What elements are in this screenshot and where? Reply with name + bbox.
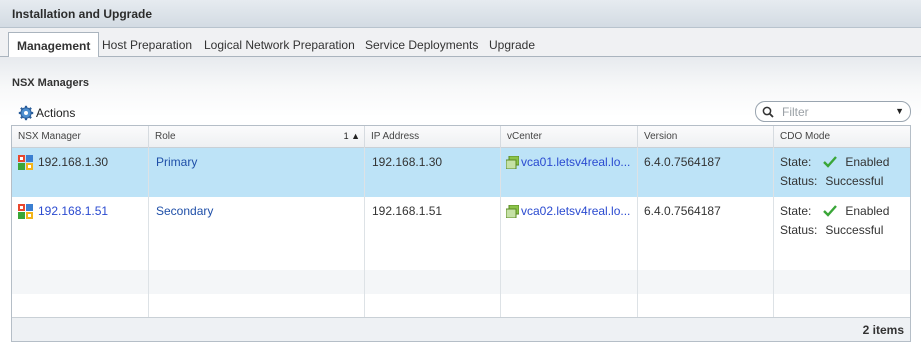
- window-title: Installation and Upgrade: [0, 0, 921, 28]
- nsx-manager-ip: 192.168.1.30: [38, 155, 109, 169]
- cdo-status-label: Status:: [780, 223, 818, 237]
- empty-row: [12, 246, 910, 270]
- empty-row: [12, 270, 910, 294]
- nsx-manager-icon: [18, 204, 33, 220]
- grid-footer-count: 2 items: [12, 317, 910, 341]
- cell-cdo-mode: State: Enabled Status: Successful: [774, 197, 910, 246]
- tab-service-deployments[interactable]: Service Deployments: [357, 32, 486, 57]
- cell-nsx-manager: 192.168.1.30: [12, 148, 149, 197]
- nsx-manager-icon: [18, 155, 33, 171]
- sort-ascending-indicator: 1 ▲: [343, 131, 360, 141]
- column-header-version[interactable]: Version: [638, 126, 774, 148]
- tab-host-preparation[interactable]: Host Preparation: [94, 32, 200, 57]
- column-divider: [148, 246, 149, 319]
- check-icon: [823, 156, 838, 168]
- actions-label: Actions: [36, 106, 76, 120]
- cell-role[interactable]: Primary: [149, 148, 365, 197]
- column-header-vcenter[interactable]: vCenter: [501, 126, 638, 148]
- column-header-role-label: Role: [155, 131, 176, 142]
- cdo-status-label: Status:: [780, 174, 818, 188]
- cell-vcenter[interactable]: vca02.letsv4real.lo...: [501, 197, 638, 246]
- filter-dropdown-icon[interactable]: ▼: [895, 106, 904, 116]
- column-divider: [637, 246, 638, 319]
- vcenter-link[interactable]: vca02.letsv4real.lo...: [521, 204, 630, 218]
- nsx-manager-link[interactable]: 192.168.1.51: [38, 204, 108, 218]
- table-row[interactable]: 192.168.1.51 Secondary 192.168.1.51 vca0…: [12, 197, 910, 246]
- tab-upgrade[interactable]: Upgrade: [481, 32, 543, 57]
- vcenter-link[interactable]: vca01.letsv4real.lo...: [521, 155, 630, 169]
- table-row[interactable]: 192.168.1.30 Primary 192.168.1.30 vca01.…: [12, 148, 910, 197]
- column-header-ip-address[interactable]: IP Address: [365, 126, 501, 148]
- nsx-managers-grid: NSX Manager Role 1 ▲ IP Address vCenter …: [11, 125, 911, 342]
- cell-role[interactable]: Secondary: [149, 197, 365, 246]
- cdo-state-value: Enabled: [845, 155, 890, 169]
- section-title: NSX Managers: [12, 77, 90, 89]
- vcenter-icon: [506, 156, 519, 170]
- cell-ip-address: 192.168.1.30: [365, 148, 501, 197]
- empty-row: [12, 294, 910, 318]
- filter-box[interactable]: ▼: [755, 101, 911, 122]
- column-header-nsx-manager[interactable]: NSX Manager: [12, 126, 149, 148]
- cell-nsx-manager: 192.168.1.51: [12, 197, 149, 246]
- cell-version: 6.4.0.7564187: [638, 197, 774, 246]
- cdo-status-value: Successful: [825, 174, 884, 188]
- tab-strip: Management Host Preparation Logical Netw…: [0, 28, 921, 58]
- cdo-state-value: Enabled: [845, 204, 890, 218]
- cdo-status-value: Successful: [825, 223, 884, 237]
- column-divider: [773, 246, 774, 319]
- vcenter-icon: [506, 205, 519, 219]
- column-header-role[interactable]: Role 1 ▲: [149, 126, 365, 148]
- grid-header: NSX Manager Role 1 ▲ IP Address vCenter …: [12, 126, 910, 148]
- cdo-state-label: State:: [780, 204, 812, 218]
- filter-input[interactable]: [780, 103, 890, 120]
- actions-button[interactable]: Actions: [18, 104, 75, 122]
- column-divider: [500, 246, 501, 319]
- column-divider: [364, 246, 365, 319]
- tab-logical-network-preparation[interactable]: Logical Network Preparation: [196, 32, 363, 57]
- tab-management[interactable]: Management: [8, 32, 100, 58]
- cell-version: 6.4.0.7564187: [638, 148, 774, 197]
- cell-cdo-mode: State: Enabled Status: Successful: [774, 148, 910, 197]
- check-icon: [823, 205, 838, 217]
- main-content: NSX Managers Actions ▼ NSX Manager Role: [0, 57, 921, 342]
- column-header-cdo-mode[interactable]: CDO Mode: [774, 126, 910, 148]
- cell-vcenter[interactable]: vca01.letsv4real.lo...: [501, 148, 638, 197]
- gear-icon: [18, 105, 34, 121]
- cdo-state-label: State:: [780, 155, 812, 169]
- cell-ip-address: 192.168.1.51: [365, 197, 501, 246]
- search-icon: [762, 106, 774, 118]
